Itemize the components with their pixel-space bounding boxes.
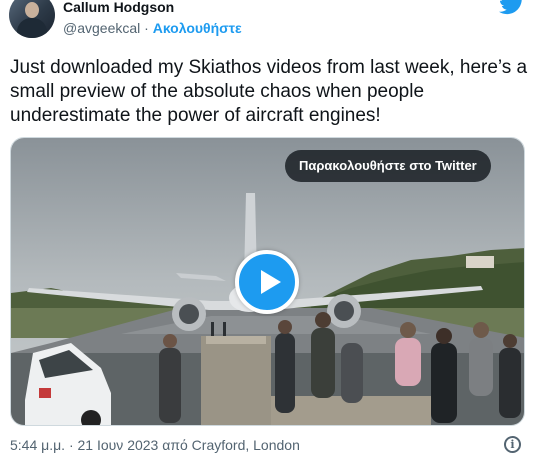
avatar[interactable] <box>9 0 55 38</box>
watch-on-twitter-button[interactable]: Παρακολουθήστε στο Twitter <box>285 150 491 182</box>
tweet-meta: 5:44 μ.μ. · 21 Ιουν 2023 από Crayford, L… <box>10 437 300 453</box>
building <box>466 256 494 268</box>
info-icon[interactable]: i <box>504 436 521 453</box>
handle-separator: · <box>140 20 153 36</box>
tweet-date[interactable]: 21 Ιουν 2023 <box>78 437 159 453</box>
tweet-header: Callum Hodgson @avgeekcal · Ακολουθήστε <box>0 0 537 44</box>
tweet-text: Just downloaded my Skiathos videos from … <box>10 57 528 126</box>
tweet-time[interactable]: 5:44 μ.μ. <box>10 437 65 453</box>
follow-button[interactable]: Ακολουθήστε <box>153 20 242 36</box>
author-name[interactable]: Callum Hodgson <box>63 0 174 15</box>
meta-separator: · <box>65 437 78 453</box>
author-handle[interactable]: @avgeekcal <box>63 20 140 36</box>
play-icon <box>261 270 281 294</box>
twitter-bird-icon[interactable] <box>499 0 525 15</box>
tweet-location[interactable]: Crayford, London <box>192 437 300 453</box>
avatar-body <box>17 18 47 38</box>
play-button[interactable] <box>235 250 299 314</box>
avatar-face <box>25 2 39 18</box>
from-prefix: από <box>158 437 192 453</box>
handle-row: @avgeekcal · Ακολουθήστε <box>63 20 242 36</box>
